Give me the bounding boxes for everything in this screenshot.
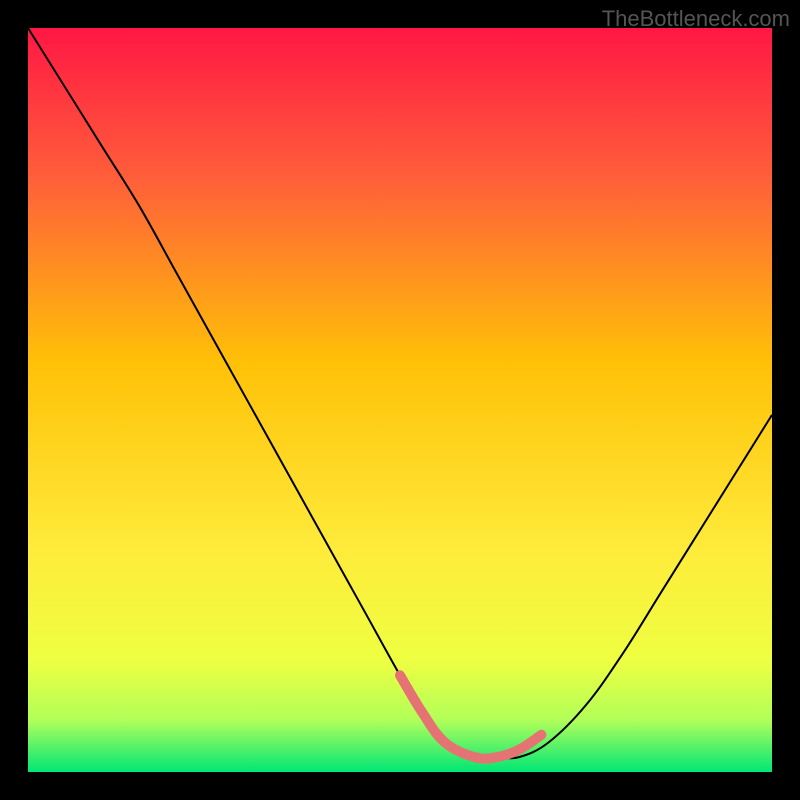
bottleneck-curve bbox=[28, 28, 772, 758]
curve-layer bbox=[28, 28, 772, 772]
watermark-text: TheBottleneck.com bbox=[602, 6, 790, 32]
chart-container: TheBottleneck.com bbox=[0, 0, 800, 800]
valley-highlight bbox=[400, 675, 541, 758]
plot-area bbox=[28, 28, 772, 772]
